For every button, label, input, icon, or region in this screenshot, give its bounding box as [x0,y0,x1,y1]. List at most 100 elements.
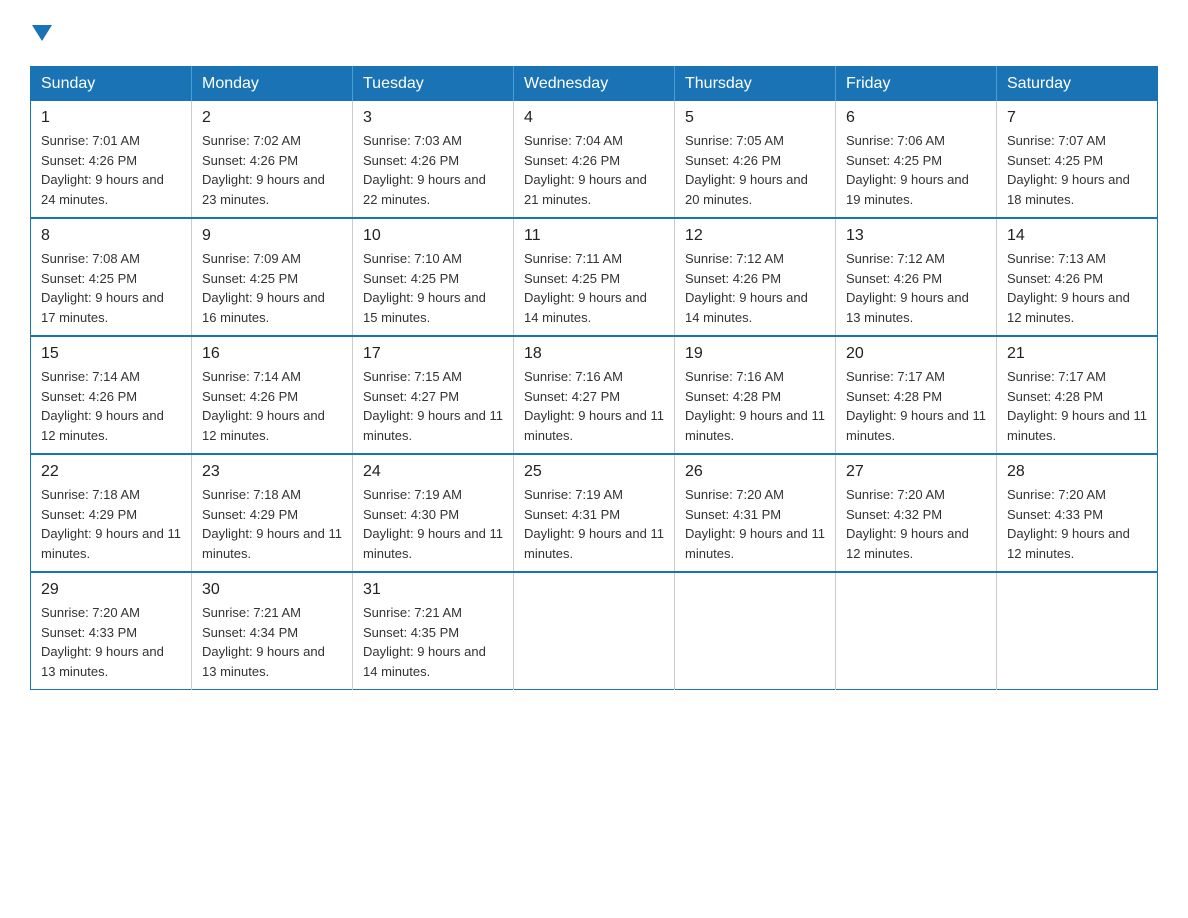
day-number: 12 [685,227,825,245]
calendar-week-3: 15 Sunrise: 7:14 AM Sunset: 4:26 PM Dayl… [31,336,1158,454]
day-info: Sunrise: 7:16 AM Sunset: 4:28 PM Dayligh… [685,367,825,445]
day-number: 2 [202,109,342,127]
calendar-cell [836,572,997,690]
day-number: 6 [846,109,986,127]
day-number: 1 [41,109,181,127]
logo-triangle-icon [32,25,52,41]
day-number: 13 [846,227,986,245]
calendar-cell: 21 Sunrise: 7:17 AM Sunset: 4:28 PM Dayl… [997,336,1158,454]
day-number: 9 [202,227,342,245]
calendar-cell: 15 Sunrise: 7:14 AM Sunset: 4:26 PM Dayl… [31,336,192,454]
calendar-cell: 13 Sunrise: 7:12 AM Sunset: 4:26 PM Dayl… [836,218,997,336]
day-info: Sunrise: 7:18 AM Sunset: 4:29 PM Dayligh… [202,485,342,563]
day-info: Sunrise: 7:20 AM Sunset: 4:31 PM Dayligh… [685,485,825,563]
calendar-table: SundayMondayTuesdayWednesdayThursdayFrid… [30,66,1158,690]
calendar-cell: 19 Sunrise: 7:16 AM Sunset: 4:28 PM Dayl… [675,336,836,454]
day-info: Sunrise: 7:02 AM Sunset: 4:26 PM Dayligh… [202,131,342,209]
calendar-cell: 22 Sunrise: 7:18 AM Sunset: 4:29 PM Dayl… [31,454,192,572]
calendar-cell: 27 Sunrise: 7:20 AM Sunset: 4:32 PM Dayl… [836,454,997,572]
day-number: 7 [1007,109,1147,127]
page-header [30,20,1158,46]
day-number: 29 [41,581,181,599]
calendar-cell: 11 Sunrise: 7:11 AM Sunset: 4:25 PM Dayl… [514,218,675,336]
day-info: Sunrise: 7:21 AM Sunset: 4:35 PM Dayligh… [363,603,503,681]
day-number: 31 [363,581,503,599]
calendar-cell: 12 Sunrise: 7:12 AM Sunset: 4:26 PM Dayl… [675,218,836,336]
calendar-cell: 4 Sunrise: 7:04 AM Sunset: 4:26 PM Dayli… [514,101,675,218]
weekday-header-row: SundayMondayTuesdayWednesdayThursdayFrid… [31,67,1158,102]
calendar-cell [997,572,1158,690]
day-info: Sunrise: 7:03 AM Sunset: 4:26 PM Dayligh… [363,131,503,209]
weekday-header-thursday: Thursday [675,67,836,102]
calendar-cell: 14 Sunrise: 7:13 AM Sunset: 4:26 PM Dayl… [997,218,1158,336]
calendar-cell: 31 Sunrise: 7:21 AM Sunset: 4:35 PM Dayl… [353,572,514,690]
day-number: 26 [685,463,825,481]
calendar-cell: 23 Sunrise: 7:18 AM Sunset: 4:29 PM Dayl… [192,454,353,572]
calendar-week-2: 8 Sunrise: 7:08 AM Sunset: 4:25 PM Dayli… [31,218,1158,336]
day-number: 5 [685,109,825,127]
weekday-header-friday: Friday [836,67,997,102]
day-info: Sunrise: 7:10 AM Sunset: 4:25 PM Dayligh… [363,249,503,327]
weekday-header-wednesday: Wednesday [514,67,675,102]
weekday-header-tuesday: Tuesday [353,67,514,102]
day-info: Sunrise: 7:14 AM Sunset: 4:26 PM Dayligh… [202,367,342,445]
calendar-cell: 25 Sunrise: 7:19 AM Sunset: 4:31 PM Dayl… [514,454,675,572]
day-info: Sunrise: 7:04 AM Sunset: 4:26 PM Dayligh… [524,131,664,209]
day-info: Sunrise: 7:20 AM Sunset: 4:33 PM Dayligh… [41,603,181,681]
day-number: 4 [524,109,664,127]
calendar-cell: 7 Sunrise: 7:07 AM Sunset: 4:25 PM Dayli… [997,101,1158,218]
day-number: 21 [1007,345,1147,363]
calendar-week-1: 1 Sunrise: 7:01 AM Sunset: 4:26 PM Dayli… [31,101,1158,218]
day-info: Sunrise: 7:12 AM Sunset: 4:26 PM Dayligh… [846,249,986,327]
day-number: 16 [202,345,342,363]
day-number: 10 [363,227,503,245]
day-info: Sunrise: 7:20 AM Sunset: 4:33 PM Dayligh… [1007,485,1147,563]
day-number: 23 [202,463,342,481]
day-info: Sunrise: 7:21 AM Sunset: 4:34 PM Dayligh… [202,603,342,681]
calendar-cell: 3 Sunrise: 7:03 AM Sunset: 4:26 PM Dayli… [353,101,514,218]
day-info: Sunrise: 7:08 AM Sunset: 4:25 PM Dayligh… [41,249,181,327]
calendar-cell: 5 Sunrise: 7:05 AM Sunset: 4:26 PM Dayli… [675,101,836,218]
calendar-cell: 20 Sunrise: 7:17 AM Sunset: 4:28 PM Dayl… [836,336,997,454]
calendar-cell: 8 Sunrise: 7:08 AM Sunset: 4:25 PM Dayli… [31,218,192,336]
day-number: 18 [524,345,664,363]
day-number: 28 [1007,463,1147,481]
calendar-cell: 9 Sunrise: 7:09 AM Sunset: 4:25 PM Dayli… [192,218,353,336]
calendar-cell: 29 Sunrise: 7:20 AM Sunset: 4:33 PM Dayl… [31,572,192,690]
day-number: 15 [41,345,181,363]
weekday-header-sunday: Sunday [31,67,192,102]
calendar-cell: 17 Sunrise: 7:15 AM Sunset: 4:27 PM Dayl… [353,336,514,454]
day-info: Sunrise: 7:06 AM Sunset: 4:25 PM Dayligh… [846,131,986,209]
calendar-cell: 2 Sunrise: 7:02 AM Sunset: 4:26 PM Dayli… [192,101,353,218]
day-number: 30 [202,581,342,599]
day-info: Sunrise: 7:18 AM Sunset: 4:29 PM Dayligh… [41,485,181,563]
day-info: Sunrise: 7:17 AM Sunset: 4:28 PM Dayligh… [846,367,986,445]
calendar-cell: 30 Sunrise: 7:21 AM Sunset: 4:34 PM Dayl… [192,572,353,690]
calendar-cell: 1 Sunrise: 7:01 AM Sunset: 4:26 PM Dayli… [31,101,192,218]
calendar-cell: 24 Sunrise: 7:19 AM Sunset: 4:30 PM Dayl… [353,454,514,572]
logo [30,20,54,46]
day-info: Sunrise: 7:13 AM Sunset: 4:26 PM Dayligh… [1007,249,1147,327]
weekday-header-monday: Monday [192,67,353,102]
day-info: Sunrise: 7:09 AM Sunset: 4:25 PM Dayligh… [202,249,342,327]
day-info: Sunrise: 7:17 AM Sunset: 4:28 PM Dayligh… [1007,367,1147,445]
calendar-week-4: 22 Sunrise: 7:18 AM Sunset: 4:29 PM Dayl… [31,454,1158,572]
day-info: Sunrise: 7:12 AM Sunset: 4:26 PM Dayligh… [685,249,825,327]
calendar-cell [514,572,675,690]
day-info: Sunrise: 7:19 AM Sunset: 4:31 PM Dayligh… [524,485,664,563]
calendar-week-5: 29 Sunrise: 7:20 AM Sunset: 4:33 PM Dayl… [31,572,1158,690]
day-number: 17 [363,345,503,363]
day-number: 3 [363,109,503,127]
day-number: 19 [685,345,825,363]
day-info: Sunrise: 7:07 AM Sunset: 4:25 PM Dayligh… [1007,131,1147,209]
day-number: 8 [41,227,181,245]
calendar-cell: 26 Sunrise: 7:20 AM Sunset: 4:31 PM Dayl… [675,454,836,572]
day-info: Sunrise: 7:14 AM Sunset: 4:26 PM Dayligh… [41,367,181,445]
calendar-cell: 6 Sunrise: 7:06 AM Sunset: 4:25 PM Dayli… [836,101,997,218]
day-info: Sunrise: 7:05 AM Sunset: 4:26 PM Dayligh… [685,131,825,209]
day-number: 24 [363,463,503,481]
day-number: 27 [846,463,986,481]
calendar-cell: 18 Sunrise: 7:16 AM Sunset: 4:27 PM Dayl… [514,336,675,454]
calendar-cell: 10 Sunrise: 7:10 AM Sunset: 4:25 PM Dayl… [353,218,514,336]
day-info: Sunrise: 7:11 AM Sunset: 4:25 PM Dayligh… [524,249,664,327]
